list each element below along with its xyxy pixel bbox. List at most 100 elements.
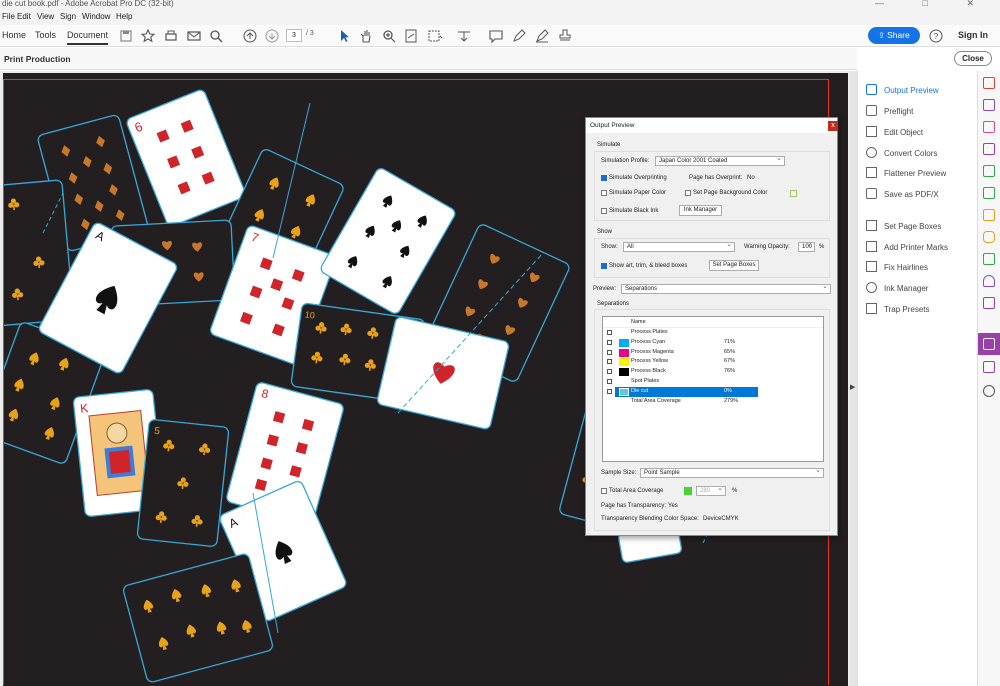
simulate-heading: Simulate [597, 142, 621, 148]
bookmark-star-icon[interactable] [140, 28, 156, 44]
stamp-icon[interactable] [557, 28, 573, 44]
sign-in-link[interactable]: Sign In [958, 30, 988, 40]
highlight-pen-icon[interactable] [511, 28, 527, 44]
panel-item-set-page-boxes[interactable]: Set Page Boxes [866, 220, 941, 234]
select-cursor-icon[interactable] [336, 28, 352, 44]
menu-file[interactable]: File [2, 12, 15, 21]
menu-view[interactable]: View [37, 12, 54, 21]
edit-pdf-icon[interactable] [983, 99, 995, 111]
panel-collapse-arrow[interactable]: ▶ [850, 383, 855, 391]
hand-tool-icon[interactable] [358, 28, 374, 44]
window-controls[interactable]: — □ ✕ [875, 0, 992, 9]
show-select[interactable]: All [623, 241, 735, 252]
panel-item-output-preview[interactable]: Output Preview [866, 84, 939, 98]
print-production-icon[interactable] [983, 338, 995, 350]
export-pdf-icon[interactable] [983, 77, 995, 89]
separations-heading: Separations [597, 301, 630, 307]
menu-window[interactable]: Window [82, 12, 110, 21]
show-boxes-label: Show art, trim, & bleed boxes [609, 263, 688, 269]
simulate-black-ink-checkbox[interactable] [601, 208, 607, 214]
separation-row-selected[interactable]: Die cut 0% [615, 387, 758, 397]
simulation-profile-select[interactable]: Japan Color 2001 Coated [655, 155, 785, 166]
separation-checkbox[interactable] [607, 340, 612, 345]
set-page-boxes-button[interactable]: Set Page Boxes [709, 260, 759, 271]
show-boxes-checkbox[interactable] [601, 263, 607, 269]
separation-row[interactable]: Spot Plates [603, 377, 823, 387]
separations-list[interactable]: Name Process Plates Process Cyan 71% Proc… [602, 316, 824, 462]
flattener-icon [866, 167, 877, 178]
save-icon[interactable] [118, 28, 134, 44]
zoom-in-icon[interactable] [381, 28, 397, 44]
print-icon[interactable] [163, 28, 179, 44]
scroll-mode-icon[interactable] [456, 28, 472, 44]
svg-text:?: ? [934, 32, 939, 41]
create-pdf-icon[interactable] [983, 121, 995, 133]
printer-marks-icon [866, 241, 877, 252]
separation-row[interactable]: Process Plates [603, 328, 823, 338]
panel-item-trap-presets[interactable]: Trap Presets [866, 303, 930, 317]
email-icon[interactable] [186, 28, 202, 44]
page-down-icon[interactable] [264, 28, 280, 44]
separation-row[interactable]: Process Cyan 71% [603, 338, 823, 348]
panel-item-add-printer-marks[interactable]: Add Printer Marks [866, 241, 948, 255]
separation-checkbox[interactable] [607, 369, 612, 374]
fill-sign-icon[interactable] [983, 231, 995, 243]
total-area-checkbox[interactable] [601, 488, 607, 494]
yellow-swatch [619, 358, 629, 366]
protect-icon[interactable] [983, 275, 995, 287]
menu-edit[interactable]: Edit [17, 12, 31, 21]
search-icon[interactable] [208, 28, 224, 44]
simulate-overprinting-checkbox[interactable] [601, 175, 607, 181]
simulate-paper-color-checkbox[interactable] [601, 190, 607, 196]
dialog-title-bar[interactable]: Output Preview [586, 118, 837, 133]
page-up-icon[interactable] [242, 28, 258, 44]
marquee-zoom-icon[interactable] [427, 28, 443, 44]
menu-help[interactable]: Help [116, 12, 132, 21]
separation-checkbox[interactable] [607, 379, 612, 384]
separation-checkbox[interactable] [607, 350, 612, 355]
separation-checkbox[interactable] [607, 389, 612, 394]
panel-item-save-pdfx[interactable]: Save as PDF/X [866, 188, 939, 202]
ink-manager-button[interactable]: Ink Manager [679, 205, 722, 216]
sample-size-select[interactable]: Point Sample [640, 467, 824, 478]
panel-item-ink-manager[interactable]: Ink Manager [866, 282, 928, 296]
warning-opacity-input[interactable]: 100 [798, 241, 815, 252]
separation-row[interactable]: Process Yellow 67% [603, 357, 823, 367]
measure-icon[interactable] [983, 361, 995, 373]
organize-pages-icon[interactable] [983, 165, 995, 177]
tab-tools[interactable]: Tools [35, 30, 56, 40]
close-button[interactable]: Close [954, 51, 992, 66]
total-area-input[interactable]: 280 [696, 485, 726, 496]
tab-document[interactable]: Document [67, 30, 109, 45]
fit-page-icon[interactable] [403, 28, 419, 44]
page-background-checkbox[interactable] [685, 190, 691, 196]
panel-item-fix-hairlines[interactable]: Fix Hairlines [866, 261, 928, 275]
title-bar: die cut book.pdf - Adobe Acrobat Pro DC … [0, 0, 1000, 9]
canvas-scrollbar[interactable] [850, 71, 857, 686]
comment-icon[interactable] [488, 28, 504, 44]
separation-row[interactable]: Process Black 76% [603, 367, 823, 377]
comment-rail-icon[interactable] [983, 209, 995, 221]
separation-checkbox[interactable] [607, 330, 612, 335]
dialog-close-button[interactable]: x [828, 121, 838, 131]
ink-manager-icon [866, 282, 877, 293]
total-area-swatch[interactable] [684, 487, 692, 495]
panel-item-edit-object[interactable]: Edit Object [866, 126, 923, 140]
separation-checkbox[interactable] [607, 359, 612, 364]
preview-select[interactable]: Separations [621, 283, 831, 294]
menu-sign[interactable]: Sign [60, 12, 76, 21]
sign-icon[interactable] [983, 143, 995, 155]
print-rail-icon[interactable] [983, 253, 995, 265]
combine-files-icon[interactable] [983, 187, 995, 199]
panel-item-convert-colors[interactable]: Convert Colors [866, 147, 937, 161]
background-color-swatch[interactable] [790, 190, 797, 197]
more-tools-icon[interactable] [983, 385, 995, 397]
panel-item-flattener-preview[interactable]: Flattener Preview [866, 167, 946, 181]
page-number-input[interactable]: 3 [286, 29, 302, 42]
share-button[interactable]: ⇪ Share [868, 27, 920, 44]
draw-icon[interactable] [534, 28, 550, 44]
tab-home[interactable]: Home [2, 30, 26, 40]
stamp-rail-icon[interactable] [983, 297, 995, 309]
panel-item-preflight[interactable]: Preflight [866, 105, 913, 119]
help-icon[interactable]: ? [928, 28, 944, 44]
